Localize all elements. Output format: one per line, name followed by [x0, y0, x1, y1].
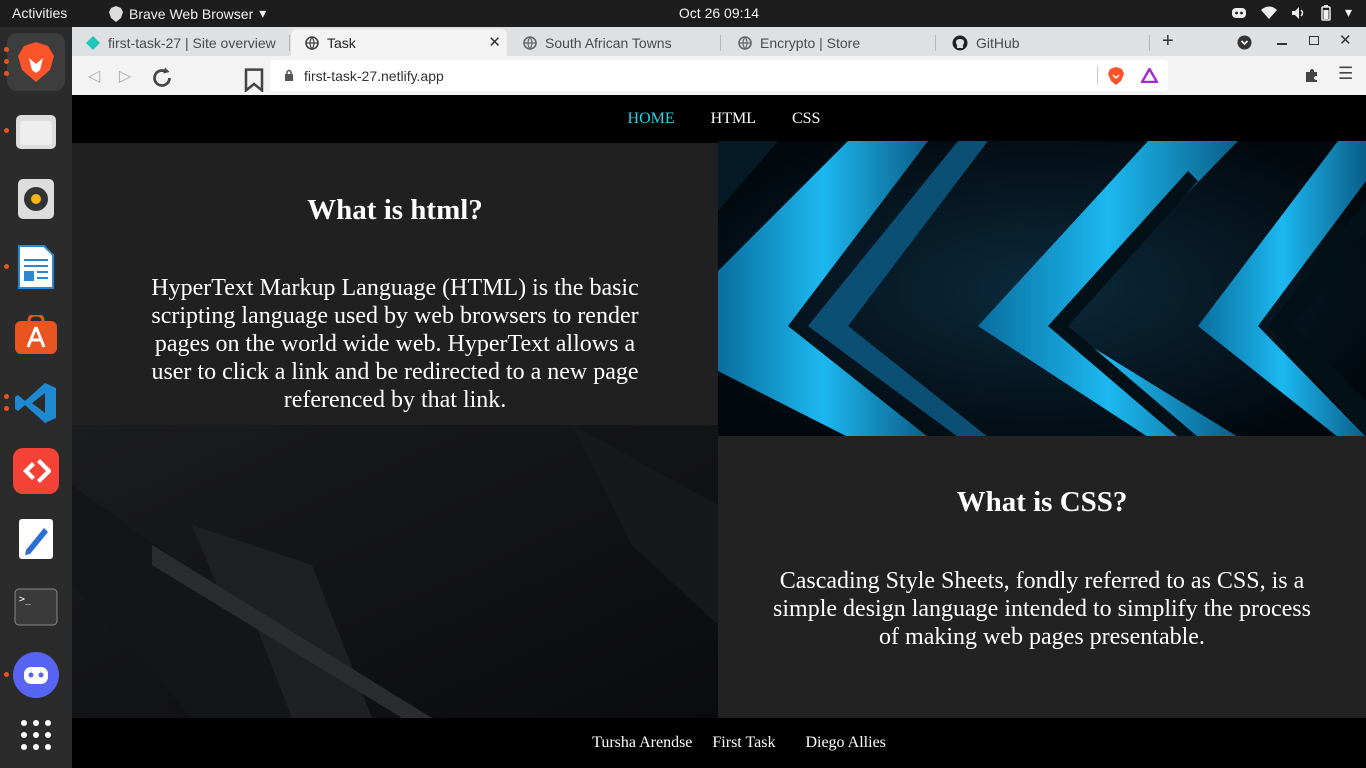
new-tab-icon[interactable]: + [1162, 30, 1174, 53]
tab-separator [289, 35, 290, 51]
browser-menu-icon[interactable]: ☰ [1338, 64, 1353, 84]
brave-rewards-icon[interactable] [1141, 68, 1158, 83]
web-page: HOME HTML CSS What is html? HyperText Ma… [72, 95, 1366, 768]
battery-icon [1321, 4, 1331, 21]
nav-css-link[interactable]: CSS [792, 110, 820, 128]
tab-label: Task [327, 34, 356, 51]
tab-label: Encrypto | Store [760, 34, 861, 51]
discord-tray-icon [1231, 7, 1246, 18]
volume-icon [1291, 6, 1304, 19]
writer-document-icon [18, 245, 54, 289]
dock-brave[interactable] [7, 33, 65, 91]
tab-south-african-towns[interactable]: South African Towns [509, 29, 721, 56]
close-tab-icon[interactable]: ✕ [488, 33, 501, 51]
system-top-bar: Activities Brave Web Browser ▾ Oct 26 09… [0, 0, 1366, 27]
tab-site-overview[interactable]: first-task-27 | Site overview [72, 29, 290, 56]
brave-shields-icon[interactable] [1108, 67, 1124, 85]
globe-icon [305, 35, 319, 50]
tab-task[interactable]: Task ✕ [291, 29, 507, 56]
clock[interactable]: Oct 26 09:14 [0, 5, 1366, 21]
html-section: What is html? HyperText Markup Language … [72, 143, 718, 425]
address-bar[interactable]: first-task-27.netlify.app [270, 60, 1168, 91]
tab-encrypto-store[interactable]: Encrypto | Store [724, 29, 936, 56]
dock-running-dot [4, 59, 9, 64]
dock-files[interactable] [13, 108, 59, 154]
dock-running-dot [4, 128, 9, 133]
extensions-icon[interactable] [1304, 68, 1319, 83]
dock-vscode[interactable] [13, 380, 59, 426]
dock-discord[interactable] [13, 652, 59, 698]
site-nav: HOME HTML CSS [72, 95, 1366, 143]
vscode-icon [15, 383, 56, 423]
css-section: What is CSS? Cascading Style Sheets, fon… [718, 436, 1366, 718]
hero-banner-image [718, 141, 1366, 437]
power-menu-icon: ▾ [1344, 4, 1352, 20]
lock-icon [285, 69, 293, 81]
blue-chevron-graphic [718, 141, 1366, 437]
minimize-icon[interactable] [1277, 43, 1287, 45]
tab-label: GitHub [976, 34, 1020, 51]
css-heading: What is CSS? [956, 486, 1128, 518]
speaker-icon [18, 179, 54, 219]
tab-github[interactable]: GitHub [938, 29, 1150, 56]
dock-running-dot [4, 264, 9, 269]
nav-home-link[interactable]: HOME [628, 110, 675, 128]
dock-running-dot [4, 394, 9, 399]
reload-icon[interactable] [150, 66, 174, 90]
dark-arrow-graphic [72, 425, 718, 718]
footer-project: First Task [712, 734, 776, 751]
dock-terminal[interactable]: >_ [13, 584, 59, 630]
dock-text-editor[interactable] [13, 516, 59, 562]
dock-running-dot [4, 71, 9, 76]
tab-strip: first-task-27 | Site overview Task ✕ Sou… [72, 27, 1366, 56]
brave-lion-icon [18, 42, 54, 82]
tab-separator [935, 35, 936, 51]
dock-running-dot [4, 47, 9, 52]
browser-chrome: first-task-27 | Site overview Task ✕ Sou… [72, 27, 1366, 95]
dock-software[interactable] [13, 312, 59, 358]
tab-separator [1149, 35, 1150, 51]
terminal-icon: >_ [14, 588, 58, 626]
restore-icon[interactable] [1309, 36, 1319, 45]
dock-libreoffice-writer[interactable] [13, 244, 59, 290]
url-text: first-task-27.netlify.app [304, 67, 444, 84]
dock-show-apps[interactable] [13, 712, 59, 758]
dock: >_ [0, 27, 72, 768]
forward-button[interactable]: ▷ [113, 64, 137, 88]
software-store-icon [15, 315, 57, 354]
system-tray[interactable]: ▾ [1231, 4, 1352, 21]
anydesk-icon [23, 459, 51, 483]
background-graphic [72, 425, 718, 718]
dock-running-dot [4, 672, 9, 677]
svg-text:>_: >_ [19, 594, 32, 605]
discord-icon [13, 652, 59, 698]
footer-author: Tursha Arendse [592, 734, 693, 751]
wifi-icon [1260, 6, 1277, 19]
text-editor-icon [19, 519, 53, 559]
html-heading: What is html? [307, 194, 483, 226]
files-icon [16, 115, 56, 149]
tab-search-icon[interactable] [1237, 35, 1252, 50]
url-divider [1097, 66, 1098, 85]
close-window-icon[interactable]: ✕ [1339, 31, 1352, 49]
tab-label: first-task-27 | Site overview [108, 34, 276, 51]
tab-label: South African Towns [545, 34, 672, 51]
css-description: Cascading Style Sheets, fondly referred … [773, 568, 1311, 650]
dock-rhythmbox[interactable] [13, 176, 59, 222]
nav-html-link[interactable]: HTML [711, 110, 756, 128]
footer-partner: Diego Allies [805, 734, 886, 751]
back-button[interactable]: ◁ [82, 64, 106, 88]
navigation-bar: ◁ ▷ first-task-27.netlify.app ☰ [72, 56, 1366, 95]
globe-icon [523, 35, 537, 50]
globe-icon [738, 35, 752, 50]
bookmark-icon[interactable] [242, 68, 266, 92]
github-icon [952, 35, 968, 50]
site-footer: Tursha Arendse First Task Diego Allies [72, 718, 1366, 768]
dock-running-dot [4, 406, 9, 411]
netlify-icon [86, 35, 100, 50]
html-description: HyperText Markup Language (HTML) is the … [151, 275, 639, 413]
apps-grid-icon [21, 720, 51, 750]
dock-anydesk[interactable] [13, 448, 59, 494]
tab-separator [720, 35, 721, 51]
